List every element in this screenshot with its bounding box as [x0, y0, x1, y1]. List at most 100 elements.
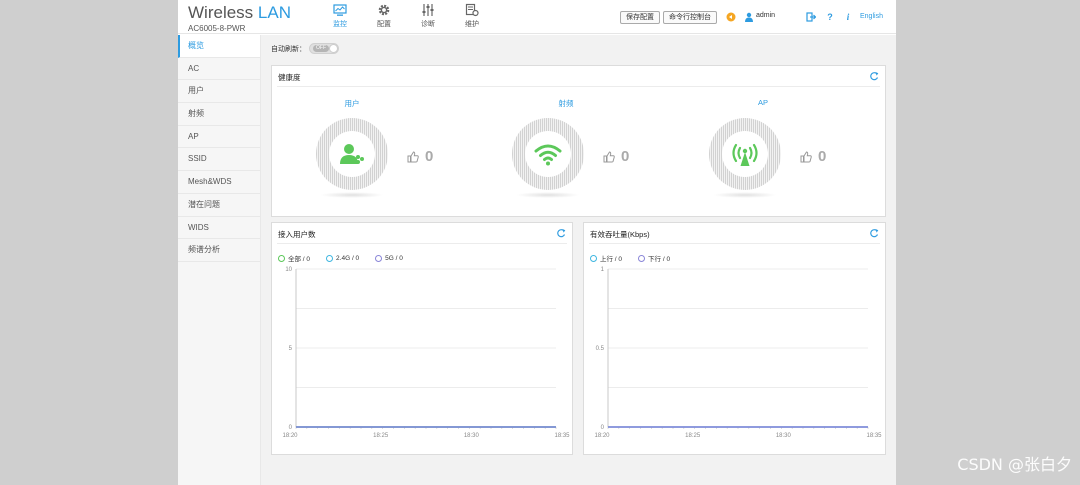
legend-uplink[interactable]: 上行 / 0	[590, 253, 622, 263]
panel-divider	[277, 86, 880, 87]
help-icon[interactable]: ?	[824, 11, 836, 23]
health-users-ring	[316, 118, 388, 190]
legend-5g-dot	[375, 254, 383, 262]
ring-shadow	[320, 192, 384, 198]
info-icon[interactable]: i	[842, 11, 854, 23]
users-legend: 全部 / 0 2.4G / 0 5G / 0	[278, 253, 419, 263]
nav-config[interactable]: 配置	[362, 2, 406, 29]
logout-icon[interactable]	[805, 11, 817, 23]
x-tick-label: 18:30	[464, 433, 480, 439]
connected-users-title: 接入用户数	[278, 230, 316, 239]
x-tick-label: 18:20	[282, 433, 298, 439]
sidebar-item-ssid[interactable]: SSID	[178, 148, 260, 172]
sidebar-item-radio[interactable]: 射频	[178, 103, 260, 126]
thumbs-up-icon	[603, 150, 615, 162]
current-user: admin	[756, 12, 776, 19]
connected-users-panel: 接入用户数 全部 / 0 2.4G / 0 5G / 0 0 5 10 18:20 18…	[271, 222, 573, 455]
legend-downlink[interactable]: 下行 / 0	[638, 253, 670, 263]
main-nav: 监控 配置 诊断 维护	[318, 2, 494, 29]
health-ap-value: 0	[818, 148, 827, 165]
main-content: 自动刷新： OFF 健康度 用户 0 射频 0 AP 0 接入用户数 全部 / …	[261, 35, 896, 485]
toggle-knob	[329, 44, 338, 53]
sliders-icon	[406, 2, 450, 18]
sidebar-item-ac[interactable]: AC	[178, 57, 260, 81]
sidebar-item-potential-issues[interactable]: 潜在问题	[178, 193, 260, 217]
health-radio-label: 射频	[558, 99, 574, 108]
legend-all[interactable]: 全部 / 0	[278, 253, 310, 263]
x-tick-label: 18:35	[554, 433, 570, 439]
health-radio-ring	[512, 118, 584, 190]
watermark: CSDN @张白夕	[957, 455, 1072, 474]
panel-divider	[589, 243, 880, 244]
brand-title-main: Wireless	[188, 3, 254, 22]
y-tick-label: 0	[601, 425, 605, 431]
legend-all-dot	[278, 254, 285, 262]
language-switch[interactable]: English	[860, 13, 883, 20]
cli-console-button[interactable]: 命令行控制台	[663, 11, 717, 24]
sidebar-item-ap[interactable]: AP	[178, 125, 260, 149]
app-window: Wireless LAN AC6005-8-PWR 监控 配置 诊断 维护 保存…	[178, 0, 896, 485]
throughput-chart: 0 0.5 1 18:20 18:25 18:30 18:35	[594, 267, 882, 439]
health-radio-score: 0	[603, 148, 629, 165]
legend-uplink-dot	[590, 254, 597, 262]
health-ap-label: AP	[757, 98, 768, 107]
toggle-state: OFF	[313, 45, 329, 52]
y-tick-label: 0.5	[596, 346, 605, 352]
ring-shadow	[713, 192, 777, 198]
gear-icon	[362, 2, 406, 18]
alarm-icon[interactable]	[725, 11, 737, 23]
antenna-icon	[732, 143, 758, 166]
thumbs-up-icon	[407, 150, 419, 162]
sidebar-item-mesh-wds[interactable]: Mesh&WDS	[178, 171, 260, 194]
device-model: AC6005-8-PWR	[188, 24, 246, 33]
x-tick-label: 18:25	[373, 433, 389, 439]
x-tick-label: 18:25	[685, 433, 701, 439]
sidebar-item-wids[interactable]: WIDS	[178, 216, 260, 240]
legend-2g-label: 2.4G / 0	[336, 254, 360, 262]
auto-refresh-label: 自动刷新：	[271, 45, 306, 53]
legend-5g[interactable]: 5G / 0	[375, 253, 403, 263]
ring-center	[525, 131, 571, 177]
x-tick-label: 18:20	[594, 433, 610, 439]
legend-uplink-label: 上行 / 0	[600, 256, 623, 263]
save-config-button[interactable]: 保存配置	[620, 11, 660, 24]
legend-2g[interactable]: 2.4G / 0	[326, 253, 359, 263]
user-icon	[743, 11, 755, 23]
refresh-icon[interactable]	[556, 228, 566, 238]
brand: Wireless LAN AC6005-8-PWR	[188, 3, 291, 34]
throughput-title: 有效吞吐量(Kbps)	[590, 230, 650, 239]
health-radio: 射频 0	[468, 98, 668, 208]
y-tick-label: 5	[289, 346, 293, 352]
ring-center	[329, 131, 375, 177]
sidebar-item-overview[interactable]: 概览	[178, 35, 260, 58]
nav-diagnose[interactable]: 诊断	[406, 2, 450, 29]
wifi-icon	[534, 144, 562, 166]
legend-2g-dot	[326, 254, 334, 262]
throughput-legend: 上行 / 0 下行 / 0	[590, 253, 686, 263]
connected-users-chart: 0 5 10 18:20 18:25 18:30 18:35	[282, 267, 570, 439]
auto-refresh-toggle[interactable]: OFF	[309, 43, 339, 54]
legend-downlink-dot	[638, 254, 646, 262]
nav-maintain[interactable]: 维护	[450, 2, 494, 29]
nav-monitor-label: 监控	[333, 21, 347, 28]
y-tick-label: 0	[289, 425, 293, 431]
refresh-icon[interactable]	[869, 228, 879, 238]
brand-title-accent: LAN	[257, 3, 291, 22]
nav-monitor[interactable]: 监控	[318, 2, 362, 29]
top-header: Wireless LAN AC6005-8-PWR 监控 配置 诊断 维护 保存…	[178, 0, 896, 34]
refresh-icon[interactable]	[869, 71, 879, 81]
x-tick-label: 18:30	[776, 433, 792, 439]
legend-5g-label: 5G / 0	[385, 254, 403, 262]
y-tick-label: 1	[601, 267, 605, 273]
health-radio-value: 0	[621, 148, 630, 165]
health-panel: 健康度 用户 0 射频 0 AP 0	[271, 65, 886, 217]
x-tick-label: 18:35	[866, 433, 882, 439]
health-users-score: 0	[407, 148, 433, 165]
monitor-icon	[318, 2, 362, 18]
y-tick-label: 10	[285, 267, 292, 273]
nav-diagnose-label: 诊断	[421, 21, 435, 28]
panel-divider	[277, 243, 567, 244]
sidebar-item-spectrum[interactable]: 频谱分析	[178, 239, 260, 262]
health-ap-score: 0	[800, 148, 826, 165]
sidebar-item-users[interactable]: 用户	[178, 80, 260, 104]
